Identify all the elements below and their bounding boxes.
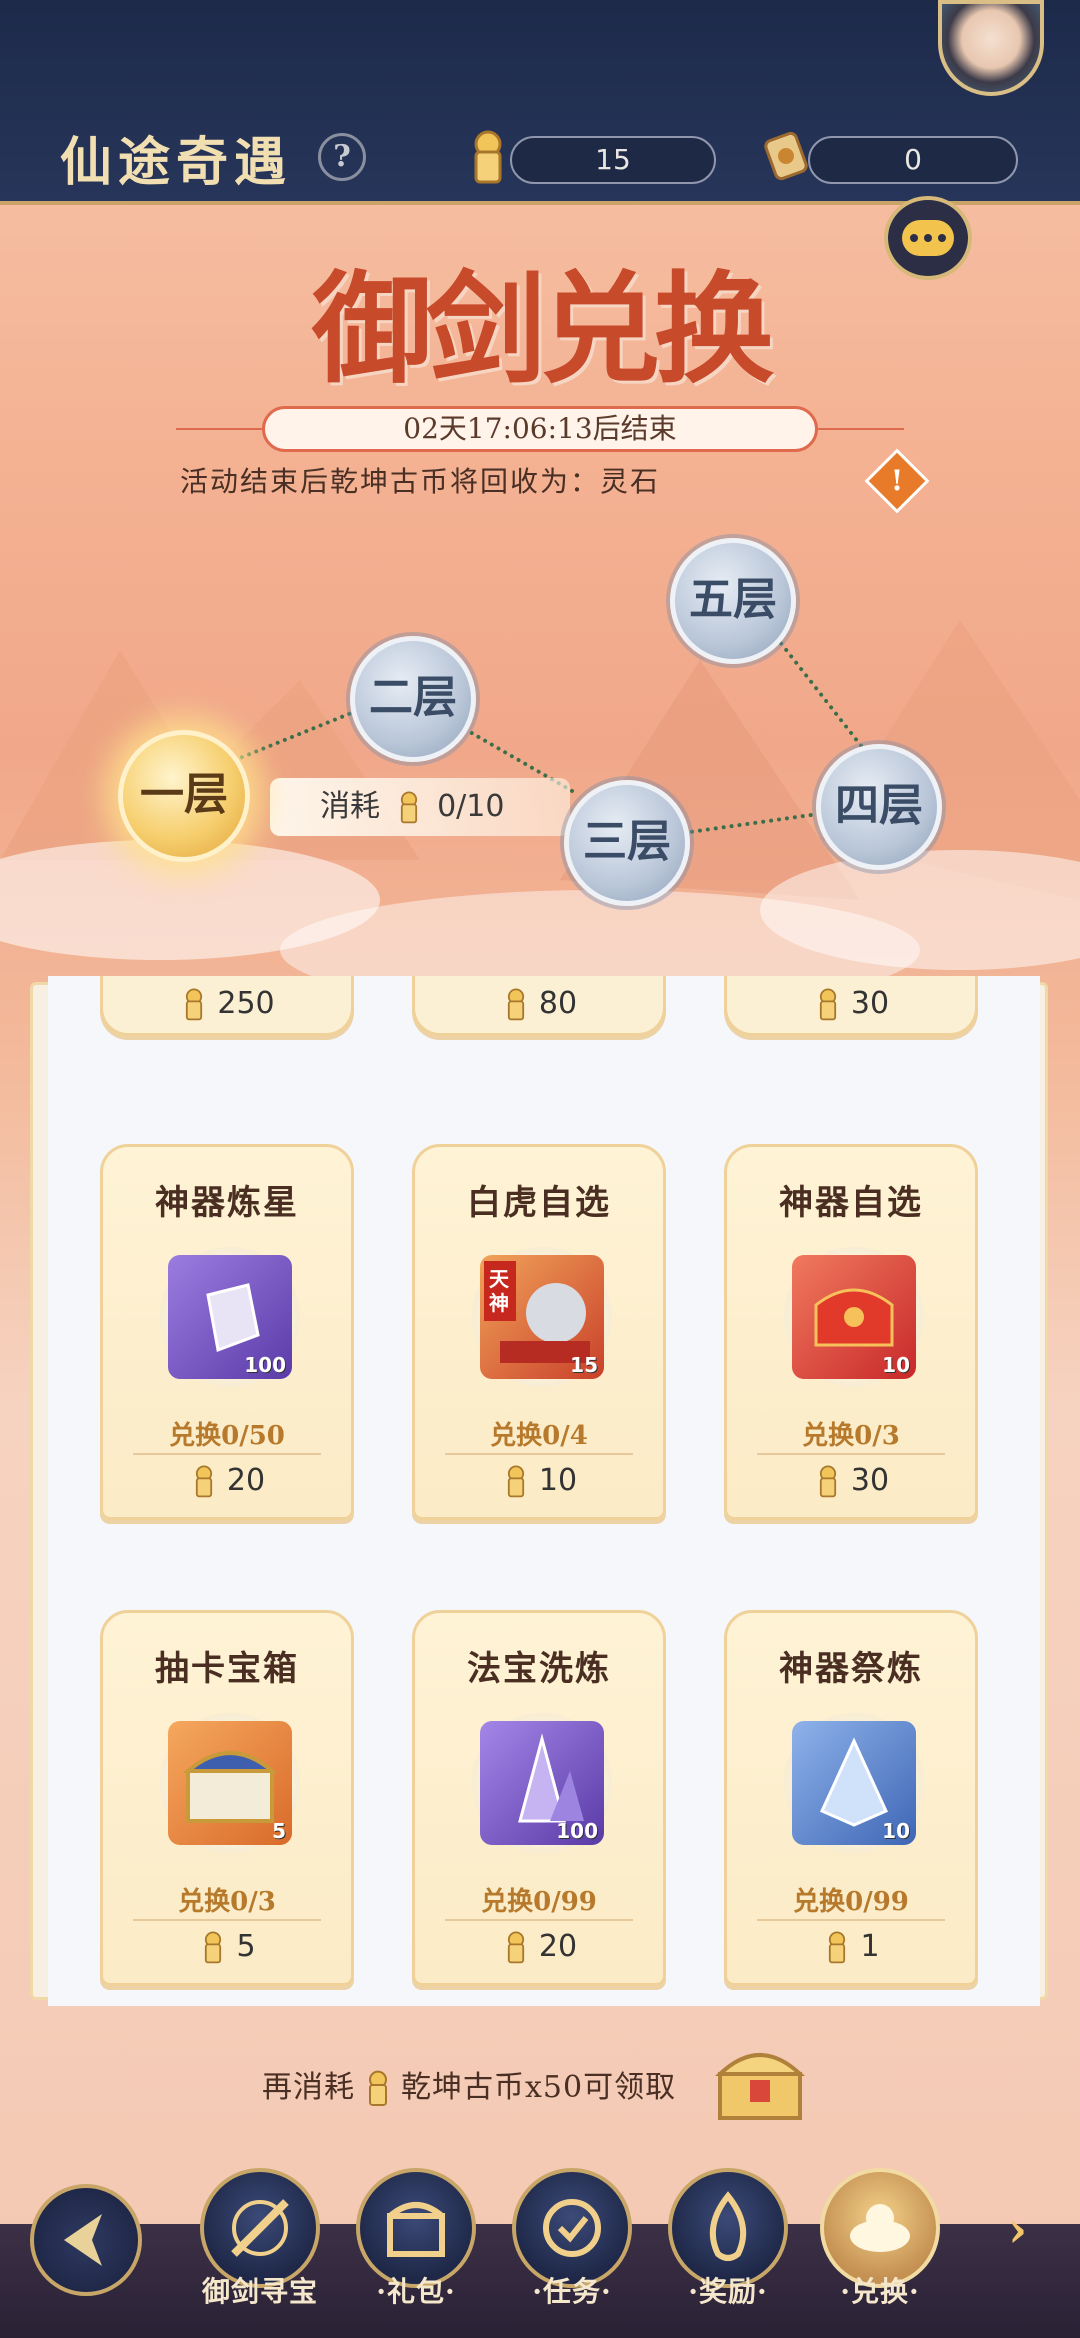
god-tag: 天神 bbox=[489, 1267, 509, 1315]
reward-chest-icon[interactable] bbox=[712, 2040, 808, 2124]
gacha-chest-icon: 5 bbox=[168, 1721, 292, 1845]
item-name: 神器祭炼 bbox=[779, 1649, 923, 1689]
card-price: 80 bbox=[415, 986, 663, 1023]
nav-label: ·兑换· bbox=[840, 2275, 920, 2308]
item-name: 神器炼星 bbox=[155, 1183, 299, 1223]
floor-1-button[interactable]: 一层 bbox=[118, 730, 250, 862]
floor-4-button[interactable]: 四层 bbox=[816, 744, 942, 870]
coin-counter: 15 bbox=[510, 136, 716, 184]
purple-crystal-icon: 100 bbox=[480, 1721, 604, 1845]
qiankun-coin-icon bbox=[189, 1464, 219, 1500]
floor-5-button[interactable]: 五层 bbox=[670, 538, 796, 664]
gift-icon bbox=[387, 2202, 445, 2257]
card-price: 250 bbox=[103, 986, 351, 1023]
shop-card[interactable]: 抽卡宝箱 5 兑换0/3 5 bbox=[100, 1610, 354, 1986]
item-name: 抽卡宝箱 bbox=[155, 1649, 299, 1689]
qiankun-coin-icon bbox=[361, 2069, 395, 2109]
exchange-icon bbox=[850, 2204, 910, 2252]
nav-label: ·礼包· bbox=[376, 2275, 456, 2308]
artifact-chest-icon: 10 bbox=[792, 1255, 916, 1379]
exchange-count: 兑换0/3 bbox=[802, 1421, 900, 1451]
qiankun-coin-icon bbox=[179, 987, 209, 1023]
top-bar: 仙途奇遇 ? 15 0 bbox=[0, 0, 1080, 205]
shop-card[interactable]: 神器炼星 100 兑换0/50 20 bbox=[100, 1144, 354, 1520]
item-name: 神器自选 bbox=[779, 1183, 923, 1223]
divider bbox=[757, 1919, 945, 1921]
exchange-count: 兑换0/99 bbox=[481, 1887, 597, 1917]
help-icon[interactable]: ? bbox=[318, 133, 366, 181]
scroll-token-icon bbox=[764, 131, 808, 181]
qiankun-coin-icon bbox=[400, 791, 417, 824]
divider bbox=[757, 1453, 945, 1455]
qiankun-coin-icon bbox=[501, 1464, 531, 1500]
card-price: 1 bbox=[727, 1929, 975, 1966]
shop-card[interactable]: 法宝洗炼 100 兑换0/99 20 bbox=[412, 1610, 666, 1986]
chat-button[interactable] bbox=[884, 196, 972, 280]
shop-card[interactable]: 白虎自选 天神 15 兑换0/4 10 bbox=[412, 1144, 666, 1520]
shop-card-partial[interactable]: 80 bbox=[412, 976, 666, 1036]
qiankun-coin-icon bbox=[813, 987, 843, 1023]
countdown-timer: 02天17:06:13后结束 bbox=[262, 406, 818, 452]
star-refine-icon: 100 bbox=[168, 1255, 292, 1379]
card-price: 20 bbox=[415, 1929, 663, 1966]
nav-label: 御剑寻宝 bbox=[201, 2275, 318, 2308]
divider bbox=[133, 1453, 321, 1455]
token-counter: 0 bbox=[808, 136, 1018, 184]
card-price: 30 bbox=[727, 986, 975, 1023]
divider bbox=[176, 428, 266, 430]
task-icon bbox=[543, 2199, 601, 2257]
card-price: 30 bbox=[727, 1463, 975, 1500]
shop-panel[interactable]: 250 80 30 神器炼星 100 兑换0/50 20 白虎自选 天神 15 … bbox=[48, 976, 1040, 2006]
exchange-count: 兑换0/50 bbox=[169, 1421, 285, 1451]
event-title: 御剑兑换 bbox=[312, 259, 774, 400]
page-title: 仙途奇遇 bbox=[60, 132, 293, 193]
exchange-count: 兑换0/99 bbox=[793, 1887, 909, 1917]
back-arrow-icon bbox=[64, 2214, 102, 2266]
chat-icon bbox=[902, 220, 954, 256]
flame-icon bbox=[709, 2191, 747, 2261]
qiankun-coin-icon bbox=[474, 130, 502, 184]
qiankun-coin-icon bbox=[198, 1930, 228, 1966]
divider bbox=[445, 1919, 633, 1921]
divider bbox=[133, 1919, 321, 1921]
divider bbox=[814, 428, 904, 430]
blue-crystal-icon: 10 bbox=[792, 1721, 916, 1845]
floor-3-button[interactable]: 三层 bbox=[564, 780, 690, 906]
card-price: 5 bbox=[103, 1929, 351, 1966]
white-tiger-icon: 天神 15 bbox=[480, 1255, 604, 1379]
card-price: 10 bbox=[415, 1463, 663, 1500]
reward-hint: 再消耗 乾坤古币x50可领取 bbox=[262, 2062, 676, 2109]
item-name: 白虎自选 bbox=[467, 1183, 611, 1223]
qiankun-coin-icon bbox=[501, 987, 531, 1023]
floor-2-button[interactable]: 二层 bbox=[350, 636, 476, 762]
recycle-notice: 活动结束后乾坤古币将回收为：灵石 bbox=[180, 465, 661, 498]
qiankun-coin-icon bbox=[813, 1464, 843, 1500]
card-price: 20 bbox=[103, 1463, 351, 1500]
sword-icon bbox=[231, 2199, 289, 2257]
item-name: 法宝洗炼 bbox=[467, 1649, 611, 1689]
next-arrow-icon[interactable]: › bbox=[1008, 2202, 1027, 2258]
exchange-count: 兑换0/4 bbox=[490, 1421, 588, 1451]
shop-card[interactable]: 神器祭炼 10 兑换0/99 1 bbox=[724, 1610, 978, 1986]
floor-cost: 消耗 0/10 bbox=[270, 778, 570, 836]
shop-card[interactable]: 神器自选 10 兑换0/3 30 bbox=[724, 1144, 978, 1520]
qiankun-coin-icon bbox=[822, 1930, 852, 1966]
exchange-count: 兑换0/3 bbox=[178, 1887, 276, 1917]
shop-card-partial[interactable]: 30 bbox=[724, 976, 978, 1036]
nav-label: ·奖励· bbox=[688, 2275, 768, 2308]
nav-label: ·任务· bbox=[532, 2275, 612, 2308]
qiankun-coin-icon bbox=[501, 1930, 531, 1966]
divider bbox=[445, 1453, 633, 1455]
back-button[interactable] bbox=[30, 2184, 142, 2296]
shop-card-partial[interactable]: 250 bbox=[100, 976, 354, 1036]
